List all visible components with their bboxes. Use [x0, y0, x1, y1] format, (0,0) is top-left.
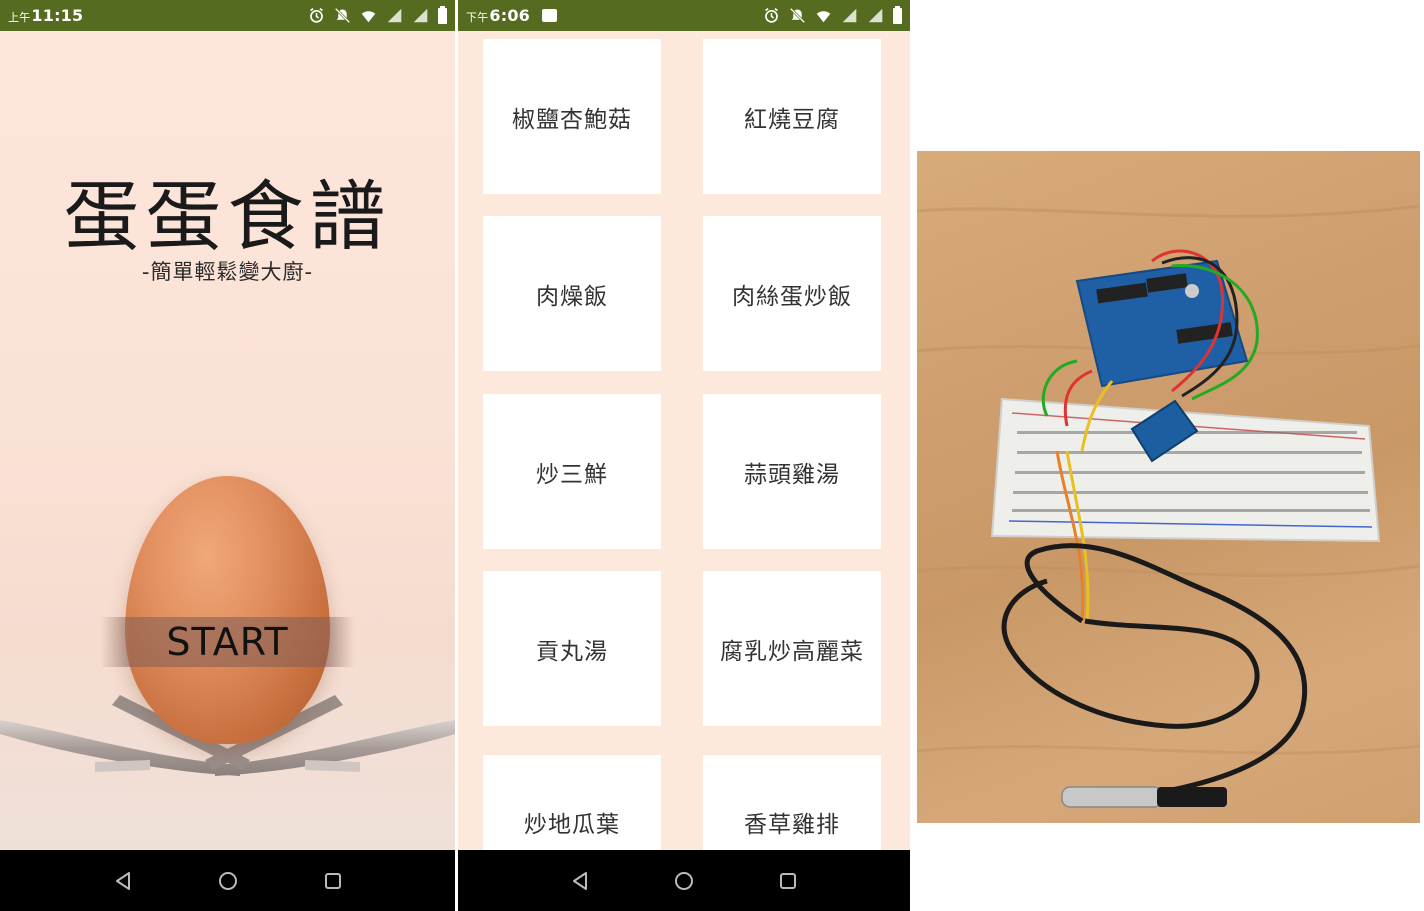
- recents-icon[interactable]: [321, 869, 345, 893]
- recents-icon[interactable]: [776, 869, 800, 893]
- wifi-icon: [361, 11, 376, 23]
- hardware-illustration: [917, 204, 1420, 808]
- nav-bar: [458, 850, 910, 911]
- signal-icon: [413, 8, 428, 23]
- back-icon[interactable]: [568, 869, 592, 893]
- alarm-icon: [765, 7, 778, 23]
- recipe-label: 肉燥飯: [536, 283, 608, 310]
- start-button[interactable]: START: [100, 617, 355, 667]
- app-subtitle: -簡單輕鬆變大廚-: [141, 260, 314, 284]
- recipe-label: 蒜頭雞湯: [744, 461, 840, 488]
- status-icons: [763, 5, 902, 24]
- back-icon[interactable]: [111, 869, 135, 893]
- recipe-label: 紅燒豆腐: [744, 106, 840, 133]
- image-notification-icon: [542, 9, 558, 22]
- status-icons: [308, 5, 447, 24]
- status-bar: 上午11:15: [0, 0, 455, 31]
- screenshot-collage: 上午11:15 蛋蛋食譜 -簡單輕鬆變大廚- START 下午6:06 椒鹽杏鮑…: [0, 0, 1424, 911]
- mute-icon: [789, 7, 806, 24]
- recipe-label: 腐乳炒高麗菜: [720, 638, 864, 665]
- status-time: 上午11:15: [8, 6, 84, 25]
- arduino-hardware-photo: [917, 151, 1420, 823]
- recipe-label: 香草雞排: [744, 812, 840, 838]
- recipe-card[interactable]: 炒三鮮: [483, 394, 661, 549]
- phone-recipe-list: 下午6:06 椒鹽杏鮑菇 紅燒豆腐 肉燥飯 肉絲蛋炒飯 炒三鮮 蒜頭雞湯 貢丸湯…: [458, 0, 910, 911]
- recipe-card[interactable]: 紅燒豆腐: [703, 39, 881, 194]
- status-time: 下午6:06: [466, 6, 531, 25]
- mute-icon: [334, 7, 351, 24]
- nav-bar: [0, 850, 455, 911]
- recipe-card[interactable]: 蒜頭雞湯: [703, 394, 881, 549]
- egg-image: [125, 476, 330, 744]
- recipe-label: 椒鹽杏鮑菇: [512, 106, 632, 133]
- battery-icon: [438, 5, 447, 24]
- recipe-card[interactable]: 香草雞排: [703, 755, 881, 850]
- phone-splash-screen: 上午11:15 蛋蛋食譜 -簡單輕鬆變大廚- START: [0, 0, 455, 911]
- recipe-card[interactable]: 炒地瓜葉: [483, 755, 661, 850]
- home-icon[interactable]: [216, 869, 240, 893]
- recipe-grid: 椒鹽杏鮑菇 紅燒豆腐 肉燥飯 肉絲蛋炒飯 炒三鮮 蒜頭雞湯 貢丸湯 腐乳炒高麗菜…: [458, 31, 910, 850]
- start-label: START: [166, 620, 289, 664]
- home-icon[interactable]: [672, 869, 696, 893]
- recipe-card[interactable]: 肉絲蛋炒飯: [703, 216, 881, 371]
- recipe-card[interactable]: 腐乳炒高麗菜: [703, 571, 881, 726]
- recipe-card[interactable]: 貢丸湯: [483, 571, 661, 726]
- signal-icon: [842, 8, 857, 23]
- app-title: 蛋蛋食譜: [63, 172, 392, 261]
- recipe-label: 貢丸湯: [536, 638, 608, 665]
- recipe-label: 炒地瓜葉: [524, 812, 620, 838]
- recipe-label: 肉絲蛋炒飯: [732, 283, 852, 310]
- signal-icon: [387, 8, 402, 23]
- battery-icon: [893, 5, 902, 24]
- recipe-label: 炒三鮮: [536, 461, 608, 488]
- alarm-icon: [310, 7, 323, 23]
- wifi-icon: [816, 11, 831, 23]
- status-bar: 下午6:06: [458, 0, 910, 31]
- recipe-card[interactable]: 肉燥飯: [483, 216, 661, 371]
- recipe-card[interactable]: 椒鹽杏鮑菇: [483, 39, 661, 194]
- signal-icon: [868, 8, 883, 23]
